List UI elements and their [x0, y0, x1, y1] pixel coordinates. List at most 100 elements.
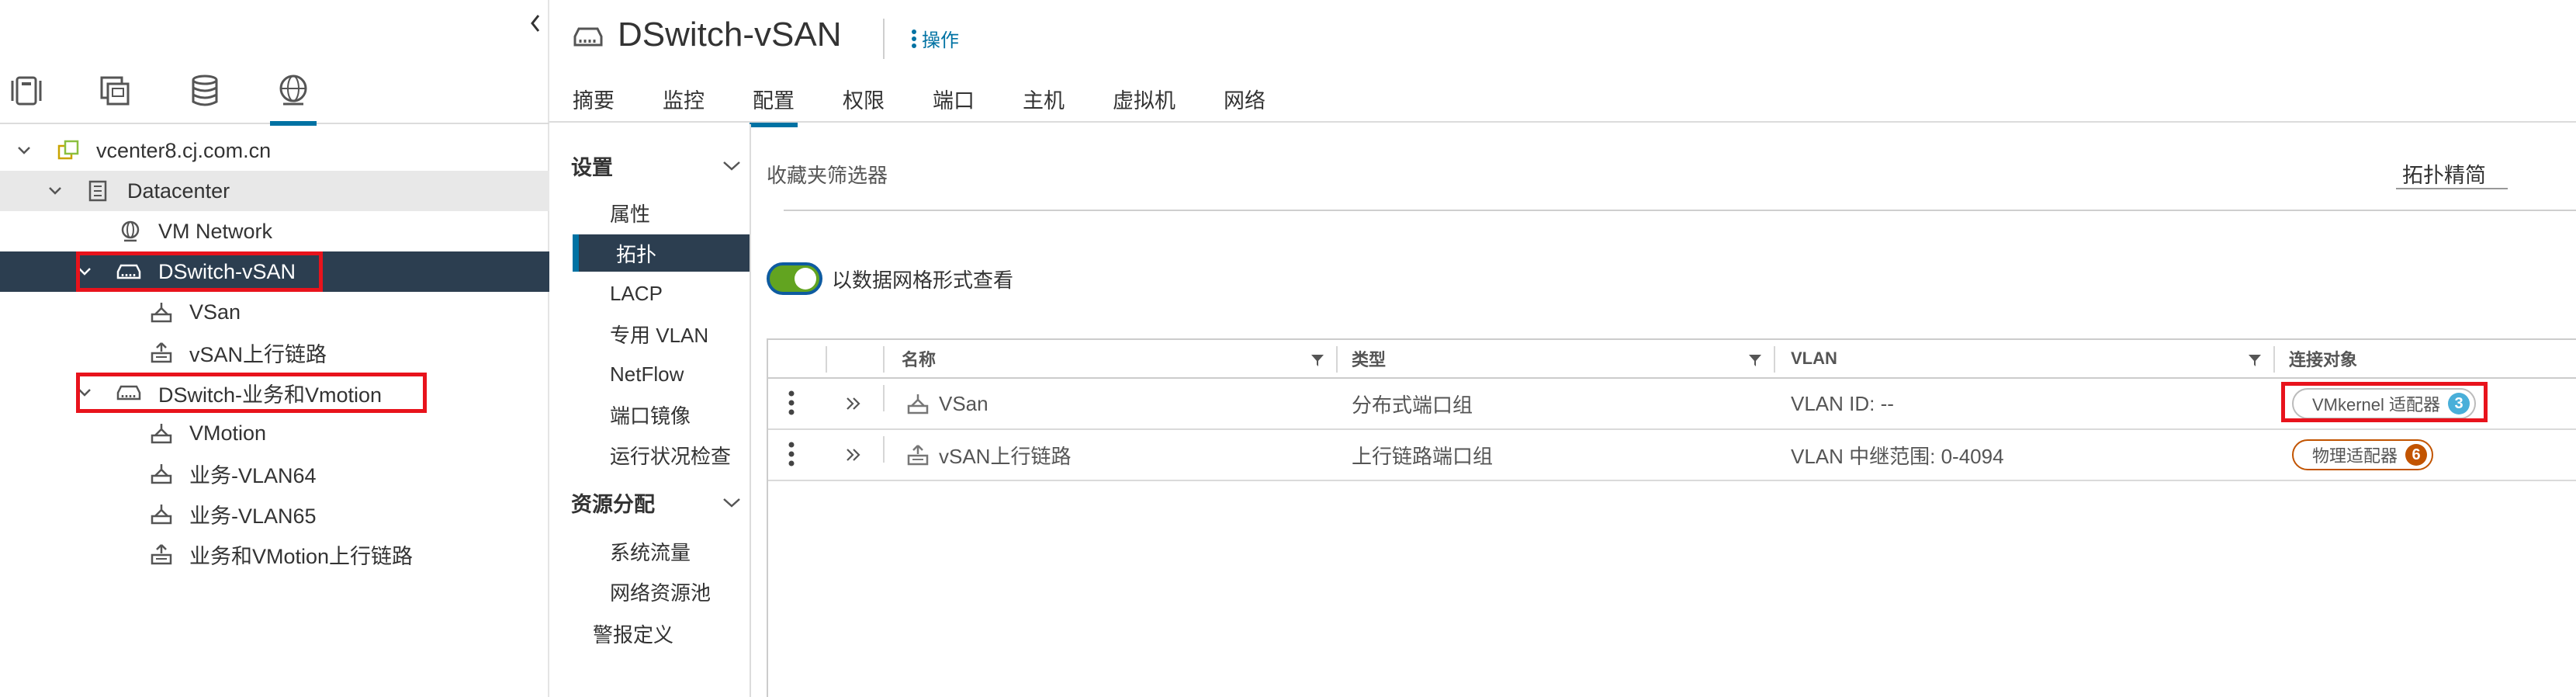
row-actions-icon[interactable] — [788, 441, 795, 467]
chevron-down-icon[interactable] — [45, 181, 65, 201]
physical-adapters-badge[interactable]: 物理适配器 6 — [2292, 439, 2434, 470]
navigator-tabs — [0, 68, 549, 126]
tab-vms[interactable]: 虚拟机 — [1113, 81, 1175, 121]
tree-label: DSwitch-业务和Vmotion — [158, 383, 383, 407]
tree-label: 业务-VLAN64 — [189, 463, 317, 487]
tree-label: VSan — [189, 300, 241, 324]
view-mode-select[interactable]: 拓扑精简 — [2396, 158, 2508, 189]
column-header-name[interactable]: 名称 — [902, 340, 936, 377]
configure-sidebar: 设置 属性 拓扑 LACP 专用 VLAN NetFlow 端口镜像 运行状况检… — [549, 124, 751, 697]
tree-label: vcenter8.cj.com.cn — [96, 138, 272, 162]
datagrid-header: 名称 类型 VLAN 连接对象 — [768, 340, 2576, 379]
tree-node-vcenter[interactable]: vcenter8.cj.com.cn — [0, 130, 549, 171]
datagrid-view-toggle-label: 以数据网格形式查看 — [832, 268, 1014, 292]
divider — [784, 210, 2576, 211]
nav-tab-storage[interactable] — [182, 73, 228, 123]
chevron-left-icon — [531, 15, 540, 32]
tree-node-vsan-uplink[interactable]: vSAN上行链路 — [0, 332, 549, 373]
settings-item-port-mirroring[interactable]: 端口镜像 — [549, 396, 750, 433]
tree-label: vSAN上行链路 — [189, 342, 327, 366]
tree-node-business-vmotion-uplink[interactable]: 业务和VMotion上行链路 — [0, 534, 549, 574]
datagrid-view-toggle-row: 以数据网格形式查看 — [767, 262, 1013, 295]
tab-summary[interactable]: 摘要 — [573, 81, 615, 121]
column-separator — [826, 346, 827, 373]
column-separator — [1774, 346, 1775, 373]
chevron-down-icon[interactable] — [14, 140, 34, 161]
settings-item-health-check[interactable]: 运行状况检查 — [549, 436, 750, 473]
tree-node-vmotion-portgroup[interactable]: VMotion — [0, 413, 549, 453]
name-cell: vSAN上行链路 — [906, 430, 1071, 480]
tree-label: 业务和VMotion上行链路 — [189, 544, 414, 568]
favorites-filter-label: 收藏夹筛选器 — [767, 164, 888, 187]
column-separator — [2273, 346, 2275, 373]
storage-icon — [192, 75, 218, 106]
collapse-navigator-button[interactable] — [525, 9, 546, 37]
networking-icon — [279, 75, 307, 106]
settings-item-system-traffic[interactable]: 系统流量 — [549, 532, 750, 570]
resource-allocation-group-toggle[interactable]: 资源分配 — [571, 487, 742, 518]
badge-label: VMkernel 适配器 — [2312, 395, 2441, 414]
filter-icon[interactable] — [1310, 352, 1325, 368]
connected-cell: 物理适配器 6 — [2292, 430, 2434, 480]
connected-cell: VMkernel 适配器 3 — [2292, 379, 2477, 428]
actions-menu-button[interactable]: 操作 — [911, 25, 959, 52]
tree-node-vsan-portgroup[interactable]: VSan — [0, 292, 549, 332]
settings-item-private-vlan[interactable]: 专用 VLAN — [549, 315, 750, 352]
expand-row-icon[interactable] — [844, 394, 863, 413]
tree-node-vm-network[interactable]: VM Network — [0, 211, 549, 251]
settings-item-properties[interactable]: 属性 — [549, 194, 750, 231]
vlan-cell: VLAN ID: -- — [1791, 391, 1894, 415]
portgroup-icon — [149, 300, 174, 324]
settings-item-netflow[interactable]: NetFlow — [549, 355, 750, 393]
filter-icon[interactable] — [2247, 352, 2263, 368]
topology-panel: 收藏夹筛选器 拓扑精简 以数据网格形式查看 名称 类型 VLAN 连接对象 VS… — [753, 124, 2576, 697]
tree-node-vlan64-portgroup[interactable]: 业务-VLAN64 — [0, 453, 549, 494]
distributed-switch-icon — [116, 259, 141, 284]
tab-hosts[interactable]: 主机 — [1023, 81, 1065, 121]
chevron-down-icon[interactable] — [74, 262, 95, 282]
table-row[interactable]: VSan 分布式端口组 VLAN ID: -- VMkernel 适配器 3 — [768, 379, 2576, 430]
column-header-vlan[interactable]: VLAN — [1791, 340, 1837, 377]
tab-networks[interactable]: 网络 — [1224, 81, 1265, 121]
row-actions-icon[interactable] — [788, 390, 795, 416]
datagrid-view-toggle[interactable] — [767, 262, 822, 295]
tree-node-datacenter[interactable]: Datacenter — [0, 171, 549, 211]
column-separator — [883, 436, 885, 463]
object-header: DSwitch-vSAN 操作 摘要 监控 配置 权限 端口 主机 虚拟机 网络 — [549, 0, 2576, 127]
tree-node-vlan65-portgroup[interactable]: 业务-VLAN65 — [0, 494, 549, 534]
settings-item-alarm-definitions[interactable]: 警报定义 — [593, 619, 673, 648]
tab-permissions[interactable]: 权限 — [843, 81, 885, 121]
hosts-clusters-icon — [11, 76, 42, 106]
table-row[interactable]: vSAN上行链路 上行链路端口组 VLAN 中继范围: 0-4094 物理适配器… — [768, 430, 2576, 481]
nav-tab-vms-templates[interactable] — [92, 73, 138, 123]
datacenter-icon — [85, 179, 110, 203]
settings-item-network-resource-pools[interactable]: 网络资源池 — [549, 573, 750, 610]
topology-datagrid: 名称 类型 VLAN 连接对象 VSan 分布式端口组 VLAN ID: -- — [767, 338, 2576, 697]
nav-tab-hosts-clusters[interactable] — [3, 73, 50, 123]
tree-label: 业务-VLAN65 — [189, 504, 317, 528]
tree-node-dswitch-vsan[interactable]: DSwitch-vSAN — [0, 251, 549, 292]
tree-node-dswitch-business-vmotion[interactable]: DSwitch-业务和Vmotion — [0, 373, 549, 413]
tab-ports[interactable]: 端口 — [933, 81, 975, 121]
expand-row-icon[interactable] — [844, 446, 863, 464]
type-cell: 分布式端口组 — [1352, 393, 1473, 417]
column-header-connected[interactable]: 连接对象 — [2289, 340, 2357, 377]
vertical-ellipsis-icon — [912, 29, 916, 48]
tab-configure[interactable]: 配置 — [750, 81, 798, 127]
badge-count: 3 — [2448, 393, 2470, 414]
network-icon — [118, 219, 143, 244]
name-cell: VSan — [906, 379, 989, 428]
row-name: VSan — [939, 391, 989, 415]
chevron-down-icon[interactable] — [74, 383, 95, 403]
uplink-icon — [149, 340, 174, 365]
nav-tab-networking[interactable] — [270, 73, 317, 126]
settings-group-toggle[interactable]: 设置 — [571, 151, 742, 181]
settings-item-topology[interactable]: 拓扑 — [573, 234, 750, 272]
vmkernel-adapters-badge[interactable]: VMkernel 适配器 3 — [2292, 388, 2477, 419]
column-header-type[interactable]: 类型 — [1352, 340, 1386, 377]
tab-monitor[interactable]: 监控 — [663, 81, 705, 121]
settings-item-lacp[interactable]: LACP — [549, 275, 750, 312]
filter-icon[interactable] — [1747, 352, 1763, 368]
portgroup-icon — [149, 501, 174, 526]
distributed-switch-icon — [116, 380, 141, 405]
